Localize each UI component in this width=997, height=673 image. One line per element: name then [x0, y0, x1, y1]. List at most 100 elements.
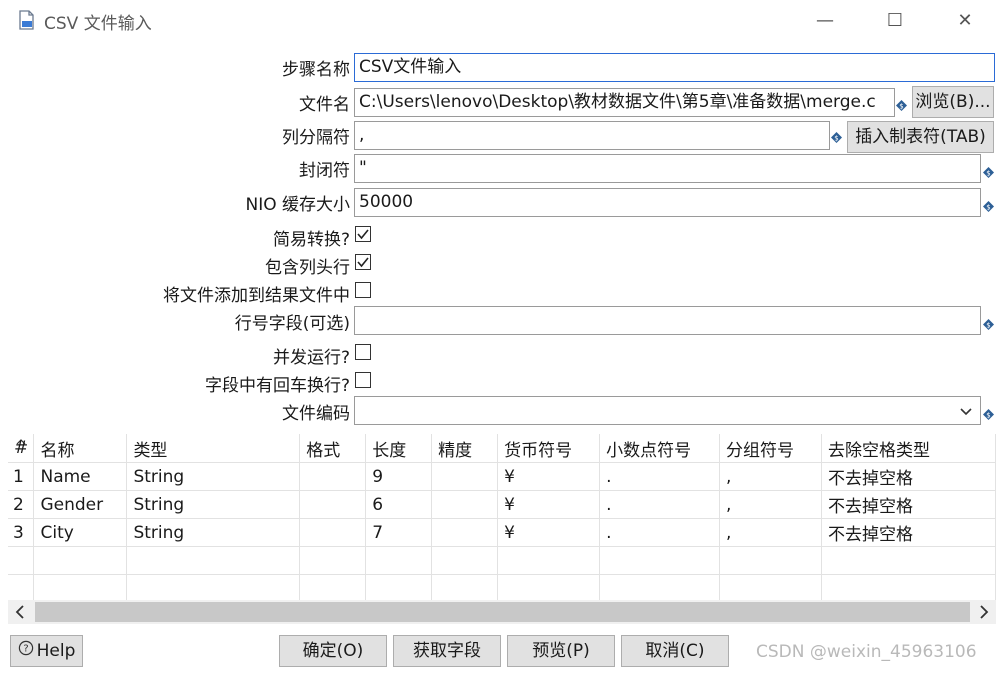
svg-text:$: $	[986, 170, 990, 178]
variable-icon: $	[983, 315, 994, 330]
table-row[interactable]: 3 City String 7 ¥ . , 不去掉空格	[8, 518, 997, 547]
table-cell[interactable]: 7	[365, 518, 433, 547]
delimiter-input[interactable]: ,	[354, 121, 830, 150]
table-cell[interactable]: .	[599, 518, 721, 547]
table-row-empty[interactable]	[8, 574, 997, 603]
maximize-icon: ☐	[886, 10, 904, 31]
table-cell[interactable]: 6	[365, 490, 433, 519]
lazy-conversion-label: 简易转换?	[272, 230, 350, 250]
table-cell[interactable]: String	[126, 490, 301, 519]
enclosure-input[interactable]: "	[354, 154, 981, 183]
table-cell[interactable]: 不去掉空格	[821, 518, 997, 547]
parallel-checkbox[interactable]	[355, 344, 371, 360]
insert-tab-button[interactable]: 插入制表符(TAB)	[847, 121, 994, 153]
table-cell[interactable]	[299, 462, 367, 491]
encoding-label: 文件编码	[282, 404, 350, 424]
column-header[interactable]: #	[8, 434, 35, 463]
scroll-left-icon[interactable]	[8, 600, 32, 624]
row-number: 3	[8, 518, 35, 547]
filename-input[interactable]: C:\Users\lenovo\Desktop\教材数据文件\第5章\准备数据\…	[354, 88, 895, 117]
table-cell[interactable]: 9	[365, 462, 433, 491]
variable-icon: $	[983, 163, 994, 178]
table-cell[interactable]: Gender	[33, 490, 128, 519]
table-cell[interactable]	[431, 490, 499, 519]
column-header[interactable]: 名称	[33, 434, 128, 463]
help-icon: ?	[18, 636, 34, 666]
table-cell[interactable]: String	[126, 462, 301, 491]
variable-icon: $	[983, 405, 994, 420]
preview-button[interactable]: 预览(P)	[507, 635, 615, 667]
header-row-label: 包含列头行	[265, 258, 350, 278]
chevron-down-icon[interactable]	[956, 401, 976, 421]
column-header[interactable]: 货币符号	[497, 434, 601, 463]
get-fields-button[interactable]: 获取字段	[393, 635, 501, 667]
window-title: CSV 文件输入	[44, 14, 152, 34]
table-cell[interactable]: City	[33, 518, 128, 547]
lazy-conversion-checkbox[interactable]	[355, 226, 371, 242]
table-row[interactable]: 1 Name String 9 ¥ . , 不去掉空格	[8, 462, 997, 491]
browse-button[interactable]: 浏览(B)...	[912, 86, 994, 118]
svg-text:$: $	[834, 135, 838, 143]
column-header[interactable]: 类型	[126, 434, 301, 463]
table-cell[interactable]	[431, 462, 499, 491]
table-cell[interactable]: String	[126, 518, 301, 547]
svg-text:?: ?	[23, 644, 28, 655]
encoding-select[interactable]	[354, 396, 981, 425]
ok-button[interactable]: 确定(O)	[279, 635, 387, 667]
help-label: Help	[36, 641, 76, 661]
table-header-row: # 名称 类型 格式 长度 精度 货币符号 小数点符号 分组符号 去除空格类型	[8, 434, 997, 463]
row-number: 1	[8, 462, 35, 491]
table-cell[interactable]: Name	[33, 462, 128, 491]
variable-icon: $	[831, 128, 842, 143]
table-cell[interactable]: ,	[719, 462, 822, 491]
table-cell[interactable]: ¥	[497, 518, 601, 547]
svg-text:$: $	[986, 322, 990, 330]
minimize-button[interactable]: —	[802, 4, 848, 38]
horizontal-scrollbar[interactable]	[8, 600, 996, 624]
column-header[interactable]: 格式	[299, 434, 367, 463]
table-cell[interactable]: .	[599, 490, 721, 519]
csv-file-icon	[18, 10, 36, 30]
column-header[interactable]: 小数点符号	[599, 434, 721, 463]
help-button[interactable]: ? Help	[10, 635, 83, 667]
cancel-button[interactable]: 取消(C)	[621, 635, 729, 667]
scroll-right-icon[interactable]	[972, 600, 996, 624]
nio-buffer-input[interactable]: 50000	[354, 188, 981, 217]
newline-checkbox[interactable]	[355, 372, 371, 388]
table-row[interactable]: 2 Gender String 6 ¥ . , 不去掉空格	[8, 490, 997, 519]
add-to-result-label: 将文件添加到结果文件中	[163, 286, 350, 306]
table-cell[interactable]: ¥	[497, 490, 601, 519]
table-cell[interactable]: .	[599, 462, 721, 491]
svg-text:$: $	[899, 103, 903, 111]
rownum-field-input[interactable]	[354, 306, 981, 335]
fields-table: # 名称 类型 格式 长度 精度 货币符号 小数点符号 分组符号 去除空格类型 …	[8, 434, 997, 604]
scrollbar-thumb[interactable]	[35, 602, 970, 622]
step-name-label: 步骤名称	[282, 60, 350, 80]
nio-buffer-label: NIO 缓存大小	[245, 195, 350, 215]
table-row-empty[interactable]	[8, 546, 997, 575]
table-cell[interactable]: 不去掉空格	[821, 490, 997, 519]
delimiter-label: 列分隔符	[282, 128, 350, 148]
column-header[interactable]: 分组符号	[719, 434, 822, 463]
header-row-checkbox[interactable]	[355, 254, 371, 270]
table-cell[interactable]	[299, 490, 367, 519]
column-header[interactable]: 精度	[431, 434, 499, 463]
variable-icon: $	[983, 197, 994, 212]
parallel-label: 并发运行?	[272, 348, 350, 368]
table-cell[interactable]: ¥	[497, 462, 601, 491]
rownum-field-label: 行号字段(可选)	[234, 314, 350, 334]
svg-text:$: $	[986, 204, 990, 212]
column-header[interactable]: 去除空格类型	[821, 434, 997, 463]
step-name-input[interactable]: CSV文件输入	[354, 53, 995, 82]
table-cell[interactable]	[431, 518, 499, 547]
maximize-button[interactable]: ☐	[872, 4, 918, 38]
close-button[interactable]: ✕	[942, 4, 988, 38]
add-to-result-checkbox[interactable]	[355, 282, 371, 298]
table-cell[interactable]: ,	[719, 518, 822, 547]
table-cell[interactable]: 不去掉空格	[821, 462, 997, 491]
row-number: 2	[8, 490, 35, 519]
column-header[interactable]: 长度	[365, 434, 433, 463]
table-cell[interactable]: ,	[719, 490, 822, 519]
filename-label: 文件名	[299, 95, 350, 115]
table-cell[interactable]	[299, 518, 367, 547]
